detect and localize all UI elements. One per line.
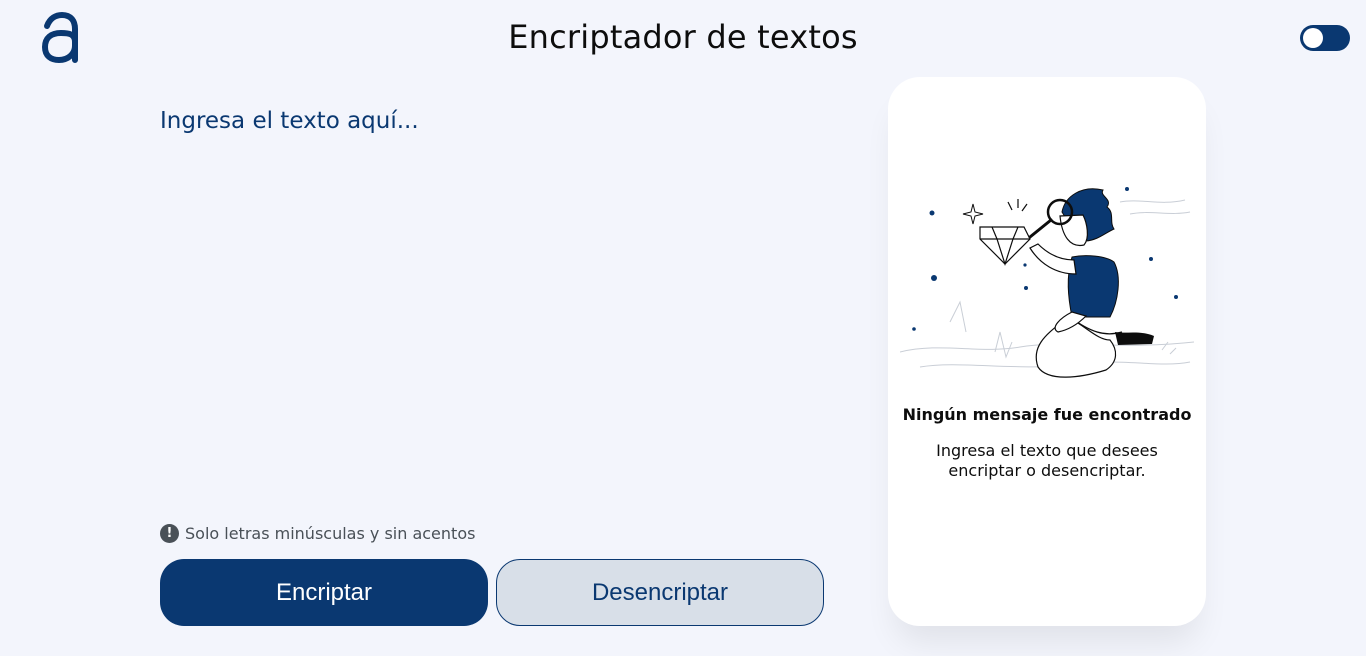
empty-state-title: Ningún mensaje fue encontrado: [902, 405, 1192, 424]
hint-text: Solo letras minúsculas y sin acentos: [185, 523, 476, 543]
output-panel: Ningún mensaje fue encontrado Ingresa el…: [888, 77, 1206, 626]
decrypt-button[interactable]: Desencriptar: [496, 559, 824, 626]
input-hint: ! Solo letras minúsculas y sin acentos: [160, 523, 475, 543]
empty-state-description: Ingresa el texto que desees encriptar o …: [936, 441, 1158, 480]
info-icon: !: [160, 523, 179, 543]
page-title: Encriptador de textos: [508, 18, 858, 56]
encrypt-button[interactable]: Encriptar: [160, 559, 488, 626]
text-input[interactable]: [160, 108, 824, 498]
theme-toggle[interactable]: [1300, 25, 1350, 51]
toggle-knob: [1303, 28, 1323, 48]
person-with-magnifying-glass-illustration: [900, 187, 1194, 378]
